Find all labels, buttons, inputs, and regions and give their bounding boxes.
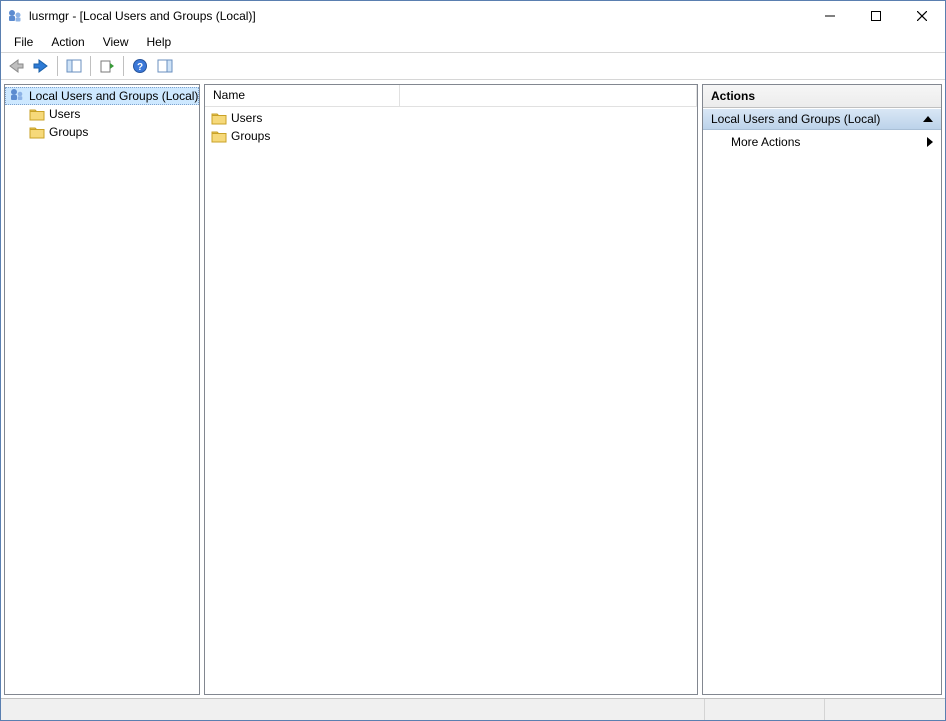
status-cell <box>705 699 825 720</box>
export-list-button[interactable] <box>95 54 119 78</box>
back-button[interactable] <box>4 54 28 78</box>
folder-icon <box>211 129 227 143</box>
statusbar <box>1 698 945 720</box>
menu-help[interactable]: Help <box>138 33 181 51</box>
list-item-label: Users <box>231 111 262 125</box>
window-title: lusrmgr - [Local Users and Groups (Local… <box>29 9 256 23</box>
toolbar: ? <box>1 52 945 80</box>
actions-item-label: More Actions <box>731 135 800 149</box>
show-hide-action-pane-button[interactable] <box>153 54 177 78</box>
tree-node-label: Users <box>49 107 80 121</box>
folder-icon <box>29 125 45 139</box>
toolbar-separator <box>123 56 124 76</box>
main-body: Local Users and Groups (Local) Users Gro… <box>1 80 945 698</box>
actions-group-header[interactable]: Local Users and Groups (Local) <box>703 108 941 130</box>
maximize-button[interactable] <box>853 1 899 31</box>
users-groups-icon <box>9 87 25 106</box>
folder-icon <box>29 107 45 121</box>
toolbar-separator <box>57 56 58 76</box>
column-header-blank[interactable] <box>400 85 697 106</box>
tree-node-label: Groups <box>49 125 88 139</box>
folder-icon <box>211 111 227 125</box>
forward-button[interactable] <box>29 54 53 78</box>
help-button[interactable]: ? <box>128 54 152 78</box>
status-cell <box>1 699 705 720</box>
console-tree-pane: Local Users and Groups (Local) Users Gro… <box>4 84 200 695</box>
column-header-name[interactable]: Name <box>205 85 400 106</box>
menu-file[interactable]: File <box>5 33 42 51</box>
details-pane: Name Users Groups <box>204 84 698 695</box>
console-tree: Local Users and Groups (Local) Users Gro… <box>5 85 199 143</box>
actions-pane-header: Actions <box>703 85 941 108</box>
tree-root-label: Local Users and Groups (Local) <box>29 89 198 103</box>
list-item-label: Groups <box>231 129 270 143</box>
toolbar-separator <box>90 56 91 76</box>
tree-root-node[interactable]: Local Users and Groups (Local) <box>5 87 199 105</box>
menubar: File Action View Help <box>1 31 945 52</box>
actions-pane: Actions Local Users and Groups (Local) M… <box>702 84 942 695</box>
actions-more-actions[interactable]: More Actions <box>703 130 941 154</box>
menu-action[interactable]: Action <box>42 33 93 51</box>
tree-node-groups[interactable]: Groups <box>5 123 199 141</box>
list-item-users[interactable]: Users <box>205 109 697 127</box>
app-icon <box>7 8 23 24</box>
show-hide-tree-button[interactable] <box>62 54 86 78</box>
list-header: Name <box>205 85 697 107</box>
actions-group-label: Local Users and Groups (Local) <box>711 112 880 126</box>
titlebar: lusrmgr - [Local Users and Groups (Local… <box>1 1 945 31</box>
collapse-icon <box>923 116 933 122</box>
close-button[interactable] <box>899 1 945 31</box>
window: lusrmgr - [Local Users and Groups (Local… <box>0 0 946 721</box>
svg-text:?: ? <box>137 62 143 73</box>
submenu-arrow-icon <box>927 137 933 147</box>
minimize-button[interactable] <box>807 1 853 31</box>
menu-view[interactable]: View <box>94 33 138 51</box>
status-cell <box>825 699 945 720</box>
list-item-groups[interactable]: Groups <box>205 127 697 145</box>
tree-node-users[interactable]: Users <box>5 105 199 123</box>
list-body: Users Groups <box>205 107 697 147</box>
